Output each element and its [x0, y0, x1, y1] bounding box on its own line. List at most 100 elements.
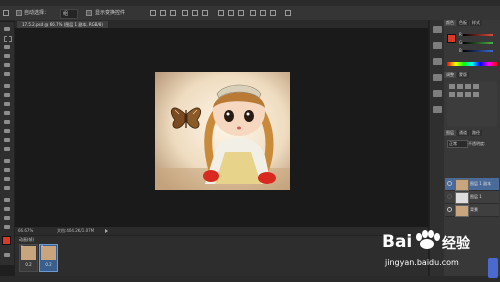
- slider-r-track[interactable]: [463, 34, 493, 36]
- tab-masks[interactable]: 蒙版: [457, 72, 469, 78]
- tab-swatches[interactable]: 色板: [457, 20, 469, 26]
- slider-b[interactable]: B: [447, 48, 497, 54]
- quick-select-tool[interactable]: [3, 53, 11, 59]
- clone-source-panel-icon[interactable]: [433, 74, 442, 81]
- align-top-icon[interactable]: [150, 10, 156, 16]
- path-select-tool[interactable]: [3, 176, 11, 182]
- eraser-tool[interactable]: [3, 119, 11, 125]
- layer-row[interactable]: 图层 1: [445, 191, 499, 204]
- pen-tool[interactable]: [3, 158, 11, 164]
- hand-tool[interactable]: [3, 215, 11, 221]
- align-center-icon[interactable]: [192, 10, 198, 16]
- auto-select-dropdown[interactable]: 组: [60, 9, 78, 19]
- animation-frame[interactable]: 2 0.2: [39, 244, 58, 272]
- foreground-color-swatch[interactable]: [2, 236, 11, 245]
- exposure-icon[interactable]: [473, 84, 479, 89]
- eye-icon[interactable]: [447, 194, 452, 199]
- lasso-tool[interactable]: [3, 44, 11, 50]
- move-icon: [4, 27, 10, 31]
- move-tool-icon[interactable]: [3, 10, 9, 16]
- blur-tool[interactable]: [3, 137, 11, 143]
- align-middle-icon[interactable]: [160, 10, 166, 16]
- bandage-icon: [4, 84, 10, 88]
- tab-channels[interactable]: 通道: [457, 130, 469, 136]
- layer-name[interactable]: 图层 1 副本: [470, 181, 491, 187]
- tab-color[interactable]: 颜色: [444, 20, 456, 26]
- frame-thumbnail: [41, 246, 56, 260]
- 3d-rotate-tool[interactable]: [3, 197, 11, 203]
- slider-g-track[interactable]: [463, 42, 493, 44]
- align-right-icon[interactable]: [202, 10, 208, 16]
- transform-controls-checkbox[interactable]: [86, 10, 92, 16]
- animation-frame[interactable]: 1 0.2: [19, 244, 38, 272]
- frame-delay[interactable]: 0.2: [20, 262, 37, 267]
- stamp-icon: [4, 102, 10, 106]
- brightness-icon[interactable]: [449, 84, 455, 89]
- distribute-top-icon[interactable]: [218, 10, 224, 16]
- 3d-orbit-tool[interactable]: [3, 206, 11, 212]
- type-tool[interactable]: [3, 167, 11, 173]
- tab-paths[interactable]: 路径: [470, 130, 482, 136]
- shape-tool[interactable]: [3, 185, 11, 191]
- hue-saturation-icon[interactable]: [457, 92, 463, 97]
- eye-icon[interactable]: [447, 181, 452, 186]
- side-widget-icon[interactable]: [488, 258, 498, 278]
- eraser-icon: [4, 120, 10, 124]
- document-image[interactable]: [155, 72, 290, 190]
- eyedropper-tool[interactable]: [3, 71, 11, 77]
- tab-layers[interactable]: 图层: [444, 130, 456, 136]
- vibrance-icon[interactable]: [449, 92, 455, 97]
- marquee-icon: [4, 36, 12, 42]
- zoom-tool[interactable]: [3, 224, 11, 230]
- slider-b-track[interactable]: [463, 50, 493, 52]
- dodge-icon: [4, 147, 10, 151]
- auto-select-checkbox[interactable]: [16, 10, 22, 16]
- document-tab[interactable]: 17.5.2.psd @ 66.7% (图层 1 副本, RGB/8): [17, 21, 108, 28]
- brush-tool[interactable]: [3, 92, 11, 98]
- paragraph-panel-icon[interactable]: [433, 106, 442, 113]
- levels-icon[interactable]: [457, 84, 463, 89]
- marquee-tool[interactable]: [3, 35, 12, 42]
- quick-mask-button[interactable]: [3, 252, 11, 258]
- history-panel-icon[interactable]: [433, 26, 442, 33]
- clone-stamp-tool[interactable]: [3, 101, 11, 107]
- color-ramp[interactable]: [447, 62, 497, 66]
- black-white-icon[interactable]: [473, 92, 479, 97]
- auto-align-icon[interactable]: [285, 10, 291, 16]
- slider-b-label: B: [459, 48, 462, 53]
- align-bottom-icon[interactable]: [170, 10, 176, 16]
- slider-r[interactable]: R: [447, 32, 497, 38]
- character-panel-icon[interactable]: [433, 90, 442, 97]
- history-brush-tool[interactable]: [3, 110, 11, 116]
- distribute-center-icon[interactable]: [260, 10, 266, 16]
- layer-name[interactable]: 图层 1: [470, 194, 482, 200]
- healing-tool[interactable]: [3, 83, 11, 89]
- tab-styles[interactable]: 样式: [470, 20, 482, 26]
- crop-tool[interactable]: [3, 62, 11, 68]
- quick-mask-icon: [4, 253, 10, 257]
- distribute-bottom-icon[interactable]: [238, 10, 244, 16]
- animation-panel: 动画(帧) 1 0.2 2 0.2: [15, 235, 428, 277]
- slider-g[interactable]: G: [447, 40, 497, 46]
- actions-panel-icon[interactable]: [433, 42, 442, 49]
- blend-mode-select[interactable]: 正常: [447, 140, 468, 148]
- gradient-tool[interactable]: [3, 128, 11, 134]
- layer-name[interactable]: 背景: [470, 207, 478, 213]
- eye-icon[interactable]: [447, 207, 452, 212]
- align-left-icon[interactable]: [182, 10, 188, 16]
- layer-row[interactable]: 图层 1 副本: [445, 178, 499, 191]
- move-tool[interactable]: [3, 26, 11, 32]
- tab-adjustments[interactable]: 调整: [444, 72, 456, 78]
- layer-row[interactable]: 背景: [445, 204, 499, 217]
- distribute-left-icon[interactable]: [250, 10, 256, 16]
- status-menu-arrow-icon[interactable]: [105, 229, 108, 233]
- status-bar: 66.67% 文档:404.2K/1.07M: [15, 227, 428, 235]
- distribute-right-icon[interactable]: [270, 10, 276, 16]
- zoom-level[interactable]: 66.67%: [18, 227, 33, 235]
- color-balance-icon[interactable]: [465, 92, 471, 97]
- dodge-tool[interactable]: [3, 146, 11, 152]
- distribute-middle-icon[interactable]: [228, 10, 234, 16]
- curves-icon[interactable]: [465, 84, 471, 89]
- frame-delay[interactable]: 0.2: [40, 262, 57, 267]
- brushes-panel-icon[interactable]: [433, 58, 442, 65]
